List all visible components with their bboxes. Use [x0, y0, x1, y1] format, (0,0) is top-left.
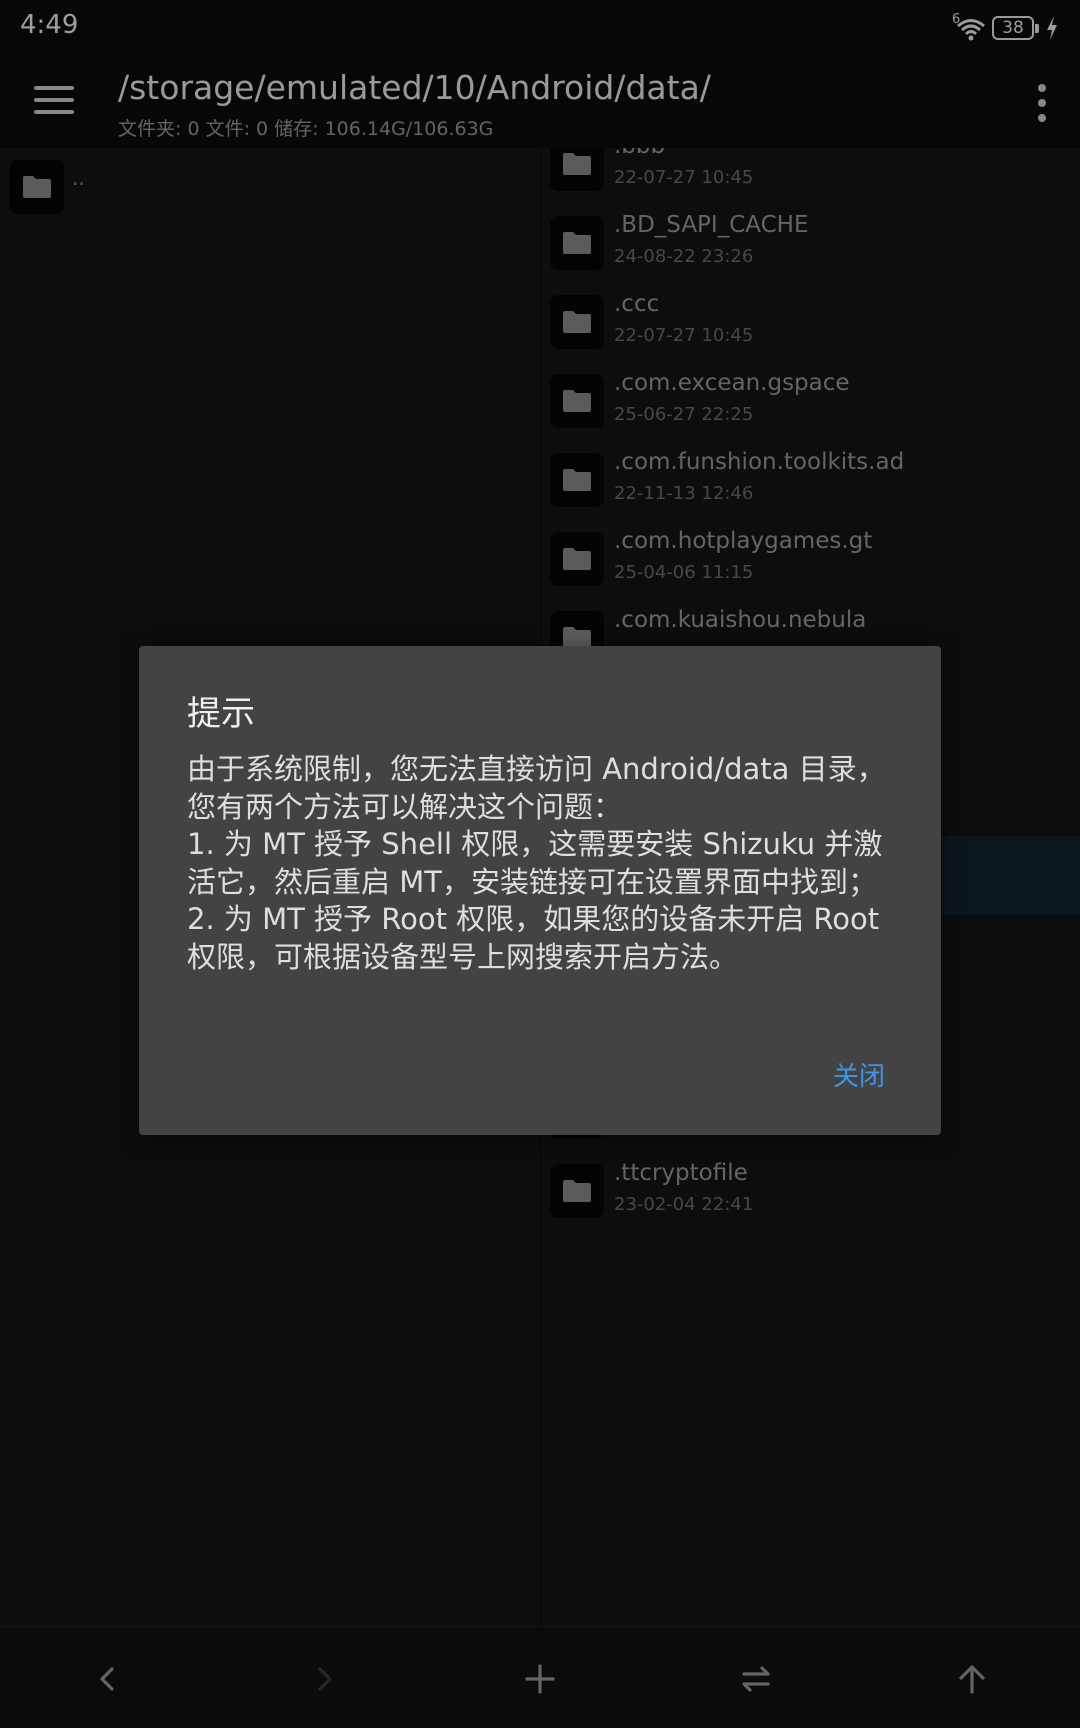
alert-dialog: 提示 由于系统限制，您无法直接访问 Android/data 目录，您有两个方法… — [139, 646, 941, 1135]
dialog-message: 由于系统限制，您无法直接访问 Android/data 目录，您有两个方法可以解… — [187, 752, 886, 974]
dialog-title: 提示 — [187, 694, 255, 734]
close-button[interactable]: 关闭 — [833, 1056, 885, 1093]
